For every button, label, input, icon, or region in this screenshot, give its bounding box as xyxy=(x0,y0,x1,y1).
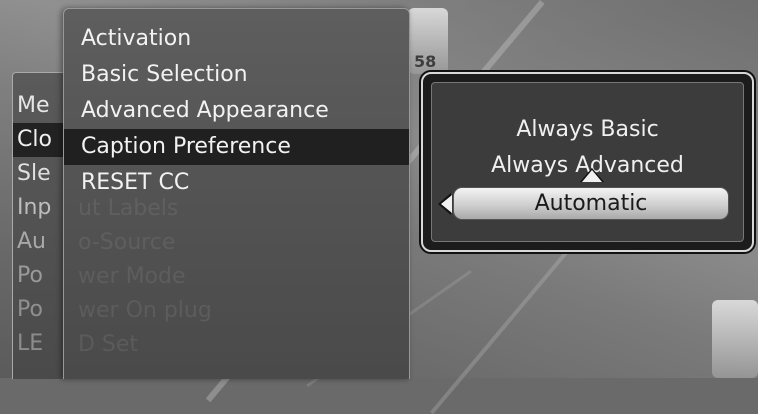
ghost-menu-text: o-Source xyxy=(78,230,176,255)
ghost-menu-text: wer On plug xyxy=(78,298,212,323)
football-player-image: 58 xyxy=(408,8,448,74)
parent-menu-item-label: Po xyxy=(17,297,43,322)
parent-menu-item-label: Po xyxy=(17,263,43,288)
submenu-item-activation[interactable]: Activation xyxy=(64,21,409,57)
closed-caption-submenu: Activation Basic Selection Advanced Appe… xyxy=(63,8,410,379)
caption-preference-popup: Always Basic Always Advanced Automatic xyxy=(421,72,754,252)
parent-menu-item-label: Inp xyxy=(17,195,52,220)
selected-option-label: Automatic xyxy=(534,191,648,216)
up-arrow-icon[interactable] xyxy=(582,170,602,182)
submenu-item-basic-selection[interactable]: Basic Selection xyxy=(64,57,409,93)
submenu-item-label: Caption Preference xyxy=(81,134,291,159)
ghost-menu-text: wer Mode xyxy=(78,264,186,289)
submenu-item-caption-preference[interactable]: Caption Preference xyxy=(64,129,409,165)
submenu-item-label: Basic Selection xyxy=(81,62,248,87)
submenu-item-label: Advanced Appearance xyxy=(81,98,329,123)
parent-menu-item-label: Me xyxy=(17,93,50,118)
left-arrow-icon[interactable] xyxy=(441,195,452,213)
parent-menu-item-label: Sle xyxy=(17,161,51,186)
parent-menu-item-label: LE xyxy=(17,331,44,356)
submenu-item-label: RESET CC xyxy=(81,170,190,195)
popup-body: Always Basic Always Advanced Automatic xyxy=(431,82,744,242)
jersey-number: 58 xyxy=(414,52,437,71)
ghost-menu-text: D Set xyxy=(78,332,139,357)
option-automatic-selected[interactable]: Automatic xyxy=(438,187,729,220)
submenu-item-label: Activation xyxy=(81,26,192,51)
option-always-basic[interactable]: Always Basic xyxy=(432,117,743,142)
parent-menu-item-label: Au xyxy=(17,229,46,254)
parent-menu-item-label: Clo xyxy=(17,127,52,152)
ghost-menu-text: ut Labels xyxy=(78,196,179,221)
football-player-image xyxy=(712,300,758,378)
submenu-item-advanced-appearance[interactable]: Advanced Appearance xyxy=(64,93,409,129)
